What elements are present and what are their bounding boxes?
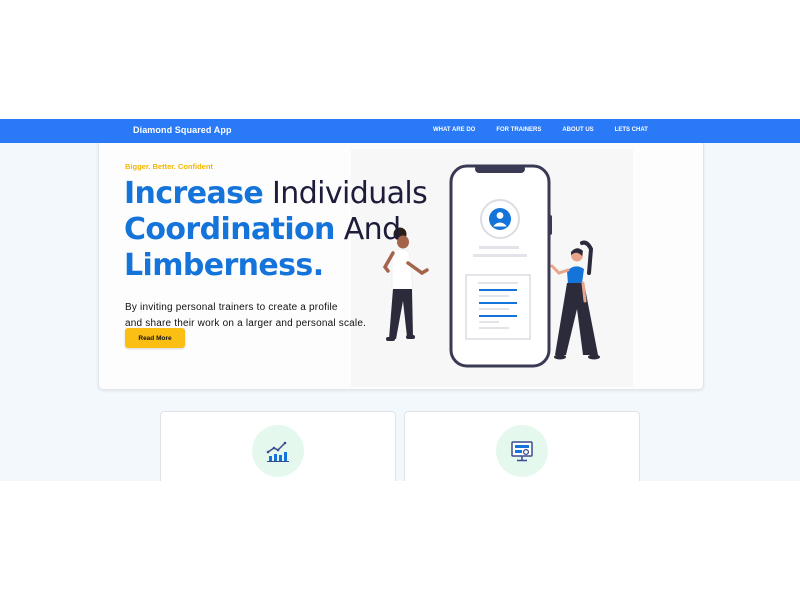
navbar: Diamond Squared App WHAT ARE DO FOR TRAI… (0, 119, 800, 143)
nav-link-about-us[interactable]: ABOUT US (562, 127, 593, 133)
brand-logo[interactable]: Diamond Squared App (133, 125, 232, 135)
hero-tagline: Bigger. Better. Confident (125, 162, 213, 171)
headline-highlight-word: Increase (124, 176, 264, 211)
nav-link-what-are-do[interactable]: WHAT ARE DO (433, 127, 475, 133)
monitor-settings-icon (511, 441, 533, 462)
page-frame: Diamond Squared App WHAT ARE DO FOR TRAI… (0, 119, 800, 481)
nav-link-for-trainers[interactable]: FOR TRAINERS (496, 127, 541, 133)
headline-highlight-word: Limberness. (124, 248, 324, 283)
headline-rest: And (334, 212, 401, 247)
hero-description-line: By inviting personal trainers to create … (125, 302, 338, 313)
hero-section: Bigger. Better. Confident Increase Indiv… (98, 143, 704, 390)
nav-link-lets-chat[interactable]: LETS CHAT (615, 127, 648, 133)
read-more-button[interactable]: Read More (125, 328, 185, 348)
chart-growth-icon (266, 441, 289, 462)
nav-links: WHAT ARE DO FOR TRAINERS ABOUT US LETS C… (433, 127, 648, 133)
headline-highlight-word: Coordination (124, 212, 335, 247)
headline-rest: Individuals (263, 176, 428, 211)
feature-card[interactable] (404, 411, 640, 481)
feature-card[interactable] (160, 411, 396, 481)
hero-headline: Increase Individuals Coordination And Li… (124, 176, 428, 284)
feature-icon-circle (252, 425, 304, 477)
feature-icon-circle (496, 425, 548, 477)
